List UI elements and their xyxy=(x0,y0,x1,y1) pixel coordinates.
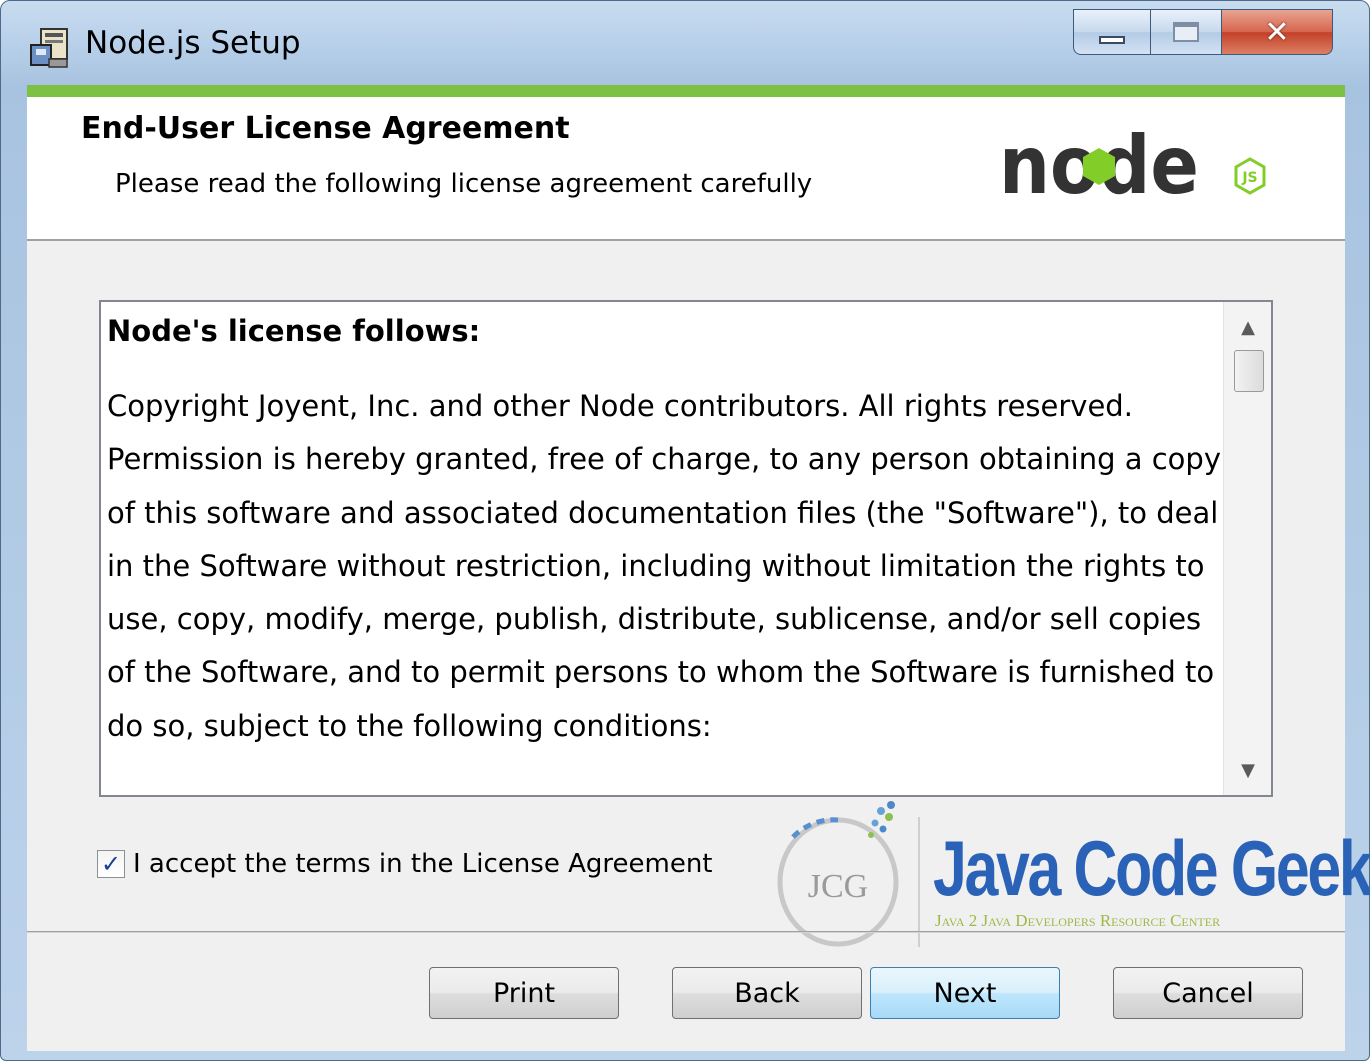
scroll-up-arrow-icon[interactable]: ▲ xyxy=(1224,306,1271,348)
title-bar[interactable]: Node.js Setup ✕ xyxy=(1,1,1369,85)
watermark-name: Java Code Geeks xyxy=(933,824,1370,912)
cancel-button[interactable]: Cancel xyxy=(1113,967,1303,1019)
license-paragraph: Copyright Joyent, Inc. and other Node co… xyxy=(107,389,1221,743)
installer-icon xyxy=(30,28,68,68)
scroll-down-arrow-icon[interactable]: ▼ xyxy=(1224,749,1271,791)
next-button[interactable]: Next xyxy=(870,967,1060,1019)
minimize-icon xyxy=(1099,36,1125,44)
accept-terms-checkbox[interactable]: ✓ xyxy=(97,850,125,878)
maximize-button[interactable] xyxy=(1150,9,1222,55)
accept-terms-row[interactable]: ✓ I accept the terms in the License Agre… xyxy=(97,849,713,879)
close-icon: ✕ xyxy=(1264,14,1290,50)
print-button[interactable]: Print xyxy=(429,967,619,1019)
js-badge: JS xyxy=(1241,170,1257,186)
license-text-area[interactable]: Node's license follows: Copyright Joyent… xyxy=(99,300,1273,797)
close-button[interactable]: ✕ xyxy=(1221,9,1333,55)
scrollbar-thumb[interactable] xyxy=(1234,350,1264,392)
license-content: Node's license follows: Copyright Joyent… xyxy=(107,308,1221,753)
watermark-tagline: Java 2 Java Developers Resource Center xyxy=(935,911,1221,930)
checkmark-icon: ✓ xyxy=(100,850,122,878)
footer-separator xyxy=(27,931,1345,933)
dialog-body: End-User License Agreement Please read t… xyxy=(27,85,1370,1051)
watermark: JCG Java Code Geeks Java 2 Java Develope… xyxy=(763,789,1370,959)
minimize-button[interactable] xyxy=(1073,9,1151,55)
license-heading: Node's license follows: xyxy=(107,314,481,348)
jcg-badge-text: JCG xyxy=(808,868,868,905)
maximize-icon xyxy=(1173,22,1199,42)
window-title: Node.js Setup xyxy=(85,25,301,61)
license-scrollbar[interactable]: ▲ ▼ xyxy=(1223,302,1271,795)
page-title: End-User License Agreement xyxy=(81,111,570,146)
dialog-header: End-User License Agreement Please read t… xyxy=(27,97,1345,241)
accept-terms-label[interactable]: I accept the terms in the License Agreem… xyxy=(133,849,713,879)
jcg-badge-icon: JCG xyxy=(777,801,920,947)
page-subtitle: Please read the following license agreem… xyxy=(115,169,813,199)
nodejs-logo: node JS xyxy=(999,121,1266,211)
back-button[interactable]: Back xyxy=(672,967,862,1019)
setup-window: Node.js Setup ✕ End-User License Agreeme… xyxy=(0,0,1370,1061)
